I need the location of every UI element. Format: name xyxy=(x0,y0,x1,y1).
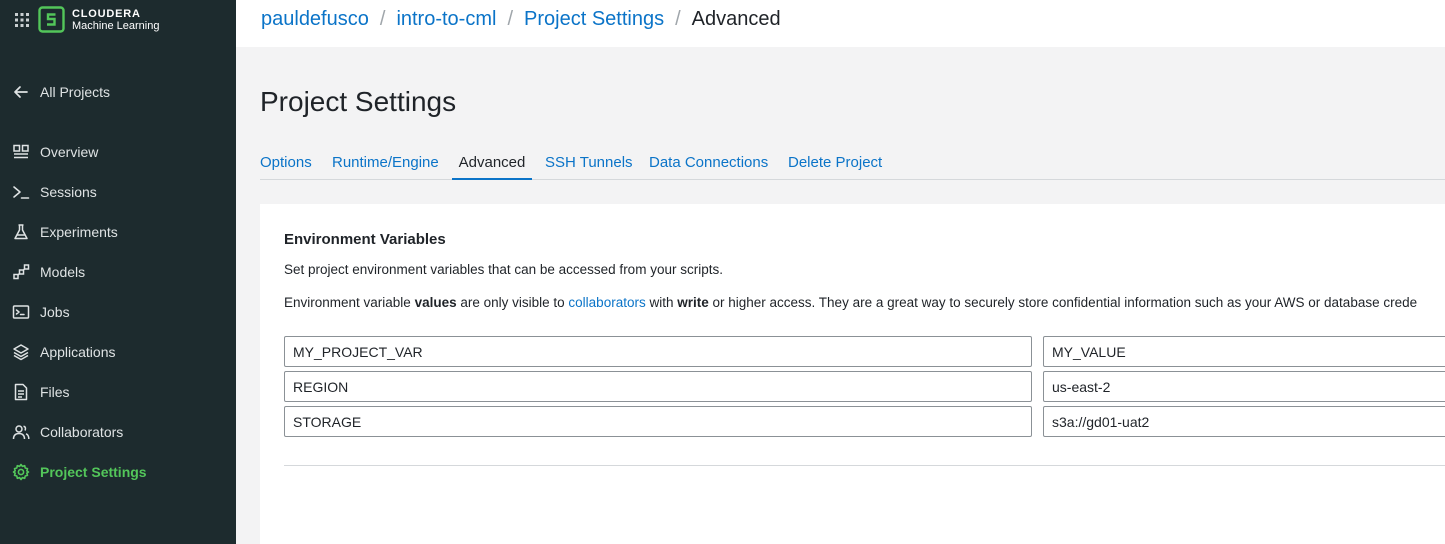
sidebar: CLOUDERA Machine Learning All Projects O… xyxy=(0,0,236,544)
header-bar: pauldefusco / intro-to-cml / Project Set… xyxy=(236,0,1445,47)
collaborators-link[interactable]: collaborators xyxy=(568,295,645,310)
sidebar-item-label: Project Settings xyxy=(40,464,147,480)
sidebar-item-label: Collaborators xyxy=(40,424,124,440)
sidebar-item-jobs[interactable]: Jobs xyxy=(0,292,236,332)
env-var-key-input[interactable] xyxy=(284,406,1032,437)
note-text: are only visible to xyxy=(456,295,569,310)
back-label: All Projects xyxy=(40,84,111,100)
breadcrumb-user-link[interactable]: pauldefusco xyxy=(261,8,369,31)
layers-icon xyxy=(12,343,30,361)
gear-icon xyxy=(12,463,30,481)
tab-ssh-tunnels[interactable]: SSH Tunnels xyxy=(545,151,633,180)
sidebar-item-label: Models xyxy=(40,264,86,280)
settings-tabs: Options Runtime/Engine Advanced SSH Tunn… xyxy=(260,151,1445,180)
back-to-all-projects[interactable]: All Projects xyxy=(0,72,236,112)
breadcrumb-current: Advanced xyxy=(691,8,781,30)
sidebar-item-collaborators[interactable]: Collaborators xyxy=(0,412,236,452)
app-launcher-icon[interactable] xyxy=(14,12,30,28)
env-var-key-input[interactable] xyxy=(284,371,1032,402)
note-text: or higher access. They are a great way t… xyxy=(708,295,1418,310)
sidebar-item-label: Experiments xyxy=(40,224,118,240)
product-logo-text: CLOUDERA Machine Learning xyxy=(72,8,159,32)
sidebar-item-applications[interactable]: Applications xyxy=(0,332,236,372)
logo-brand: CLOUDERA xyxy=(72,8,141,20)
env-var-key-input[interactable] xyxy=(284,336,1032,367)
file-icon xyxy=(12,383,30,401)
breadcrumb: pauldefusco / intro-to-cml / Project Set… xyxy=(261,8,781,31)
section-description: Set project environment variables that c… xyxy=(284,262,723,277)
tab-options[interactable]: Options xyxy=(260,151,312,180)
flask-icon xyxy=(12,223,30,241)
sidebar-item-label: Applications xyxy=(40,344,116,360)
environment-variables-panel: Environment Variables Set project enviro… xyxy=(260,204,1445,544)
sidebar-item-files[interactable]: Files xyxy=(0,372,236,412)
note-text: with xyxy=(645,295,678,310)
overview-icon xyxy=(12,143,30,161)
sidebar-item-sessions[interactable]: Sessions xyxy=(0,172,236,212)
jobs-icon xyxy=(12,303,30,321)
models-icon xyxy=(12,263,30,281)
breadcrumb-separator: / xyxy=(379,8,386,30)
logo-product: Machine Learning xyxy=(72,20,160,32)
tab-delete-project[interactable]: Delete Project xyxy=(788,151,882,180)
env-var-value-input[interactable] xyxy=(1043,406,1445,437)
sidebar-item-project-settings[interactable]: Project Settings xyxy=(0,452,236,492)
sidebar-item-label: Overview xyxy=(40,144,99,160)
tab-data-connections[interactable]: Data Connections xyxy=(649,151,768,180)
env-var-value-input[interactable] xyxy=(1043,371,1445,402)
tab-runtime-engine[interactable]: Runtime/Engine xyxy=(332,151,439,180)
sidebar-item-label: Jobs xyxy=(40,304,70,320)
breadcrumb-settings-link[interactable]: Project Settings xyxy=(524,8,664,31)
env-var-value-input[interactable] xyxy=(1043,336,1445,367)
sidebar-item-label: Files xyxy=(40,384,70,400)
arrow-left-icon xyxy=(12,83,30,101)
note-bold-values: values xyxy=(414,295,457,310)
sidebar-item-models[interactable]: Models xyxy=(0,252,236,292)
visibility-note: Environment variable values are only vis… xyxy=(284,295,1445,310)
breadcrumb-separator: / xyxy=(507,8,514,30)
sidebar-item-overview[interactable]: Overview xyxy=(0,132,236,172)
cloudera-logo-icon[interactable] xyxy=(38,6,65,33)
sidebar-item-label: Sessions xyxy=(40,184,97,200)
users-icon xyxy=(12,423,30,441)
note-text: Environment variable xyxy=(284,295,415,310)
tab-advanced[interactable]: Advanced xyxy=(452,151,532,180)
note-bold-write: write xyxy=(677,295,709,310)
page-title: Project Settings xyxy=(260,86,457,117)
breadcrumb-separator: / xyxy=(675,8,681,30)
terminal-icon xyxy=(12,183,30,201)
breadcrumb-project-link[interactable]: intro-to-cml xyxy=(396,8,496,31)
section-divider xyxy=(284,465,1445,466)
section-title: Environment Variables xyxy=(284,231,446,248)
sidebar-item-experiments[interactable]: Experiments xyxy=(0,212,236,252)
